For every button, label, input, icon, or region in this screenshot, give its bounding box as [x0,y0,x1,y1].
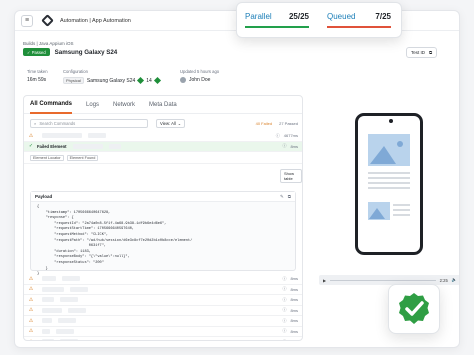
info-icon: ⓘ [275,132,280,138]
copy-icon[interactable]: ⧉ [288,194,291,200]
list-item[interactable]: ⚠ⓘ8ms [24,285,302,295]
camera-notch [389,119,393,123]
logo-icon [41,14,54,27]
platform-icon [153,76,161,85]
view-select[interactable]: View: All ⌄ [156,118,186,128]
toolbar: ⌕ Search Commands View: All ⌄ 40 Failed … [30,118,298,128]
seek-bar[interactable] [330,279,436,281]
info-icon: ⓘ [282,317,287,323]
payload-panel: Payload ✎ ⧉ { "timestamp": 1705666640647… [30,191,296,276]
chevron-down-icon: ⌄ [177,120,182,126]
copy-icon: ⧉ [429,50,433,55]
video-player[interactable]: ▶ 2:25 🔈 [319,275,459,285]
tab-network[interactable]: Network [113,102,135,108]
breadcrumb[interactable]: Builds | Java Appium iOS [23,41,73,46]
volume-icon[interactable]: 🔈 [452,277,457,283]
warning-icon: ⚠ [28,132,34,139]
list-item[interactable]: ⚠ⓘ8ms [24,295,302,306]
updated-info: Updated 5 hours ago John Doe [180,69,220,83]
parallel-status: Parallel 25/25 [237,3,319,37]
list-item[interactable]: ⚠ⓘ8ms [24,306,302,316]
payload-code: { "timestamp": 1705666640647628, "respon… [37,205,193,277]
status-badge: ✓ Passed [23,48,50,56]
info-icon: ⓘ [282,307,287,313]
tab-logs[interactable]: Logs [86,102,99,108]
success-card [388,284,440,334]
list-item[interactable]: ⚠ⓘ8ms [24,327,302,337]
warning-icon: ⚠ [28,286,34,293]
tab-all-commands[interactable]: All Commands [30,96,73,114]
info-icon: ⓘ [282,328,287,334]
session-status-card: Parallel 25/25 Queued 7/25 [236,2,402,38]
configuration: Configuration Physical Samsung Galaxy S2… [63,69,161,85]
warning-icon: ⚠ [28,275,34,282]
info-icon: ⓘ [282,286,287,292]
title-row: ✓ Passed Samsung Galaxy S24 [23,48,117,56]
command-list-bottom: ⚠ⓘ8ms ⚠ⓘ8ms ⚠ⓘ8ms ⚠ⓘ8ms ⚠ⓘ8ms ⚠ⓘ8ms ⚠ⓘ8m… [24,274,302,340]
result-counts: 40 Failed 27 Passed [255,120,298,126]
app-title: Automation | App Automation [60,17,131,24]
info-icon: ⓘ [282,143,287,149]
info-icon: ⓘ [282,339,286,340]
android-icon [137,76,145,85]
device-screen [368,134,410,220]
search-input[interactable]: ⌕ Search Commands [30,118,148,128]
commands-panel: All Commands Logs Network Meta Data ⌕ Se… [23,95,303,341]
page-title: Samsung Galaxy S24 [54,48,118,56]
test-id-button[interactable]: Test ID ⧉ [406,47,438,58]
payload-title: Payload [35,194,53,199]
time-taken: Time taken 16m 59s [27,69,48,83]
list-item[interactable]: ⚠ⓘ8ms [24,316,302,327]
warning-icon: ⚠ [28,317,34,324]
warning-icon: ⚠ [28,339,34,340]
list-item: Element Locator Element Found [24,152,302,164]
success-check-icon [399,293,429,324]
info-icon: ⓘ [282,296,287,302]
edit-icon[interactable]: ✎ [280,194,284,200]
list-item[interactable]: ✓ Failed Element ⓘ 8ms [24,141,302,152]
parallel-bar [245,26,309,28]
menu-icon[interactable]: ≡ [21,14,33,27]
queued-status: Queued 7/25 [319,3,401,37]
check-icon: ✓ [28,143,34,150]
info-icon: ⓘ [282,275,287,281]
list-item[interactable]: ⚠ ⓘ 4677ms [24,131,302,142]
list-item[interactable]: ⚠ⓘ8ms [24,337,302,340]
warning-icon: ⚠ [28,307,34,314]
play-icon[interactable]: ▶ [323,278,326,283]
warning-icon: ⚠ [28,296,34,303]
command-list: ⚠ ⓘ 4677ms ✓ Failed Element ⓘ 8ms Element … [24,131,302,164]
show-table-button[interactable]: Show table [280,169,302,183]
tab-bar: All Commands Logs Network Meta Data [24,96,302,114]
avatar [180,77,186,83]
tab-meta-data[interactable]: Meta Data [149,102,177,108]
list-item[interactable]: ⚠ⓘ8ms [24,274,302,285]
search-icon: ⌕ [34,120,37,126]
queued-bar [327,26,391,28]
device-type-chip: Physical [63,77,84,84]
warning-icon: ⚠ [28,328,34,335]
device-preview [355,113,423,255]
